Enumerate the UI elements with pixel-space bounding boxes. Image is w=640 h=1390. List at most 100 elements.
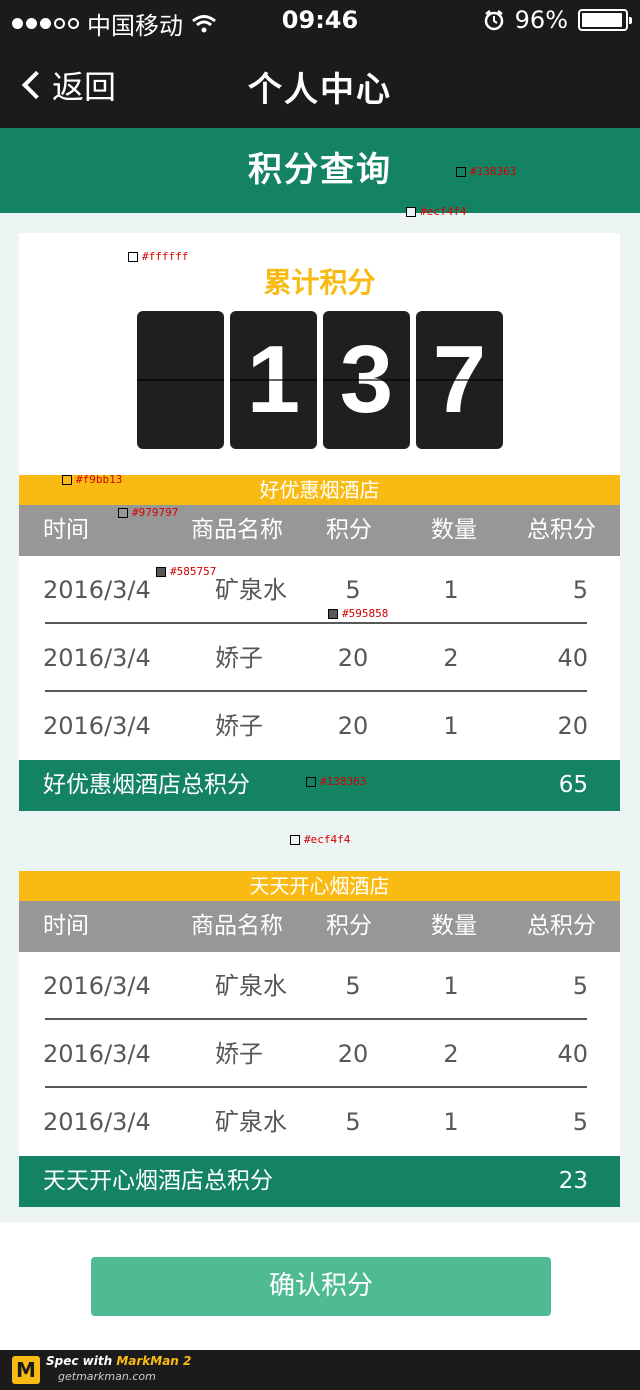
color-swatch: [406, 206, 416, 217]
color-swatch: [118, 507, 128, 518]
header-total: 总积分: [527, 517, 596, 543]
cell-name: 娇子: [215, 1040, 263, 1068]
cell-total: 5: [572, 1108, 588, 1136]
table-header: 时间 商品名称 积分 数量 总积分: [19, 901, 620, 952]
section-header: 积分查询: [0, 128, 640, 213]
cell-qty: 2: [443, 1040, 459, 1068]
header-total: 总积分: [527, 913, 596, 939]
points-digit: [137, 311, 224, 449]
cell-name: 娇子: [215, 712, 263, 740]
color-annotation-label: #ecf4f4: [304, 833, 351, 846]
cell-points: 20: [337, 712, 369, 740]
cell-time: 2016/3/4: [43, 576, 151, 604]
color-swatch: [456, 166, 466, 177]
markman-line2: getmarkman.com: [58, 1370, 156, 1383]
table-row: 2016/3/4 娇子 20 2 40: [19, 1020, 620, 1088]
store-section: 天天开心烟酒店 时间 商品名称 积分 数量 总积分 2016/3/4 矿泉水 5…: [19, 871, 620, 1207]
color-annotation-label: #ecf4f4: [420, 205, 467, 218]
header-points: 积分: [326, 913, 372, 939]
points-counter: 1 3 7: [137, 311, 503, 449]
page-title: 个人中心: [248, 70, 392, 110]
cell-total: 20: [557, 712, 588, 740]
cell-total: 40: [557, 1040, 588, 1068]
color-annotation-label: #585757: [170, 565, 217, 578]
footer: 确认积分: [0, 1222, 640, 1350]
store-title: 天天开心烟酒店: [19, 871, 620, 901]
header-time: 时间: [43, 517, 89, 543]
cell-name: 娇子: [215, 644, 263, 672]
table-row: 2016/3/4 矿泉水 5 1 5: [19, 556, 620, 624]
cell-points: 20: [337, 1040, 369, 1068]
markman-brand: MarkMan 2: [116, 1354, 192, 1368]
cell-time: 2016/3/4: [43, 972, 151, 1000]
table-row: 2016/3/4 矿泉水 5 1 5: [19, 1088, 620, 1156]
cell-time: 2016/3/4: [43, 712, 151, 740]
color-annotation: #585757: [156, 565, 216, 578]
cell-total: 40: [557, 644, 588, 672]
table-row: 2016/3/4 娇子 20 2 40: [19, 624, 620, 692]
color-annotation-label: #138363: [470, 165, 517, 178]
table-body: 2016/3/4 矿泉水 5 1 5 2016/3/4 娇子 20 2 40 2…: [19, 556, 620, 760]
confirm-points-button[interactable]: 确认积分: [91, 1257, 551, 1316]
total-points-label: 累计积分: [263, 266, 376, 299]
cell-name: 矿泉水: [215, 576, 287, 604]
color-annotation: #138363: [456, 165, 516, 178]
status-right: 96%: [483, 6, 632, 34]
store-total-label: 天天开心烟酒店总积分: [43, 1168, 273, 1194]
header-time: 时间: [43, 913, 89, 939]
nav-bar: 返回 个人中心: [0, 40, 640, 128]
color-annotation: #ffffff: [128, 250, 188, 263]
points-digit: 3: [323, 311, 410, 449]
color-annotation: #ecf4f4: [290, 833, 350, 846]
cell-qty: 1: [443, 712, 459, 740]
points-summary-card: 累计积分 1 3 7: [19, 233, 620, 475]
cell-total: 5: [572, 972, 588, 1000]
header-name: 商品名称: [191, 913, 283, 939]
color-swatch: [156, 566, 166, 577]
cell-qty: 1: [443, 1108, 459, 1136]
store-total-bar: 天天开心烟酒店总积分 23: [19, 1156, 620, 1207]
table-row: 2016/3/4 矿泉水 5 1 5: [19, 952, 620, 1020]
markman-watermark: M Spec with MarkMan 2 getmarkman.com: [0, 1350, 640, 1390]
color-annotation-label: #979797: [132, 506, 179, 519]
store-total-label: 好优惠烟酒店总积分: [43, 772, 250, 798]
color-swatch: [306, 776, 316, 787]
cell-name: 矿泉水: [215, 1108, 287, 1136]
store-section: 好优惠烟酒店 时间 商品名称 积分 数量 总积分 2016/3/4 矿泉水 5 …: [19, 475, 620, 811]
battery-percent: 96%: [514, 6, 568, 34]
header-name: 商品名称: [191, 517, 283, 543]
store-total-value: 65: [558, 772, 588, 798]
markman-line1: Spec with MarkMan 2: [46, 1354, 191, 1368]
battery-fill: [582, 13, 623, 27]
cell-qty: 1: [443, 972, 459, 1000]
store-total-value: 23: [558, 1168, 588, 1194]
markman-logo: M: [12, 1356, 40, 1384]
color-annotation: #138363: [306, 775, 366, 788]
cell-time: 2016/3/4: [43, 1040, 151, 1068]
table-header: 时间 商品名称 积分 数量 总积分: [19, 505, 620, 556]
table-body: 2016/3/4 矿泉水 5 1 5 2016/3/4 娇子 20 2 40 2…: [19, 952, 620, 1156]
status-bar: 中国移动 09:46 96%: [0, 0, 640, 40]
cell-qty: 1: [443, 576, 459, 604]
cell-time: 2016/3/4: [43, 1108, 151, 1136]
color-annotation-label: #595858: [342, 607, 389, 620]
color-annotation: #979797: [118, 506, 178, 519]
color-swatch: [128, 251, 138, 262]
color-annotation-label: #138363: [320, 775, 367, 788]
cell-points: 5: [345, 1108, 361, 1136]
cell-total: 5: [572, 576, 588, 604]
points-digit: 1: [230, 311, 317, 449]
color-swatch: [328, 608, 338, 619]
header-qty: 数量: [431, 517, 477, 543]
table-row: 2016/3/4 娇子 20 1 20: [19, 692, 620, 760]
cell-points: 5: [345, 972, 361, 1000]
color-annotation: #f9bb13: [62, 473, 122, 486]
header-qty: 数量: [431, 913, 477, 939]
color-annotation-label: #f9bb13: [76, 473, 123, 486]
color-annotation-label: #ffffff: [142, 250, 189, 263]
color-annotation: #595858: [328, 607, 388, 620]
cell-qty: 2: [443, 644, 459, 672]
header-points: 积分: [326, 517, 372, 543]
points-digit: 7: [416, 311, 503, 449]
color-swatch: [62, 474, 72, 485]
